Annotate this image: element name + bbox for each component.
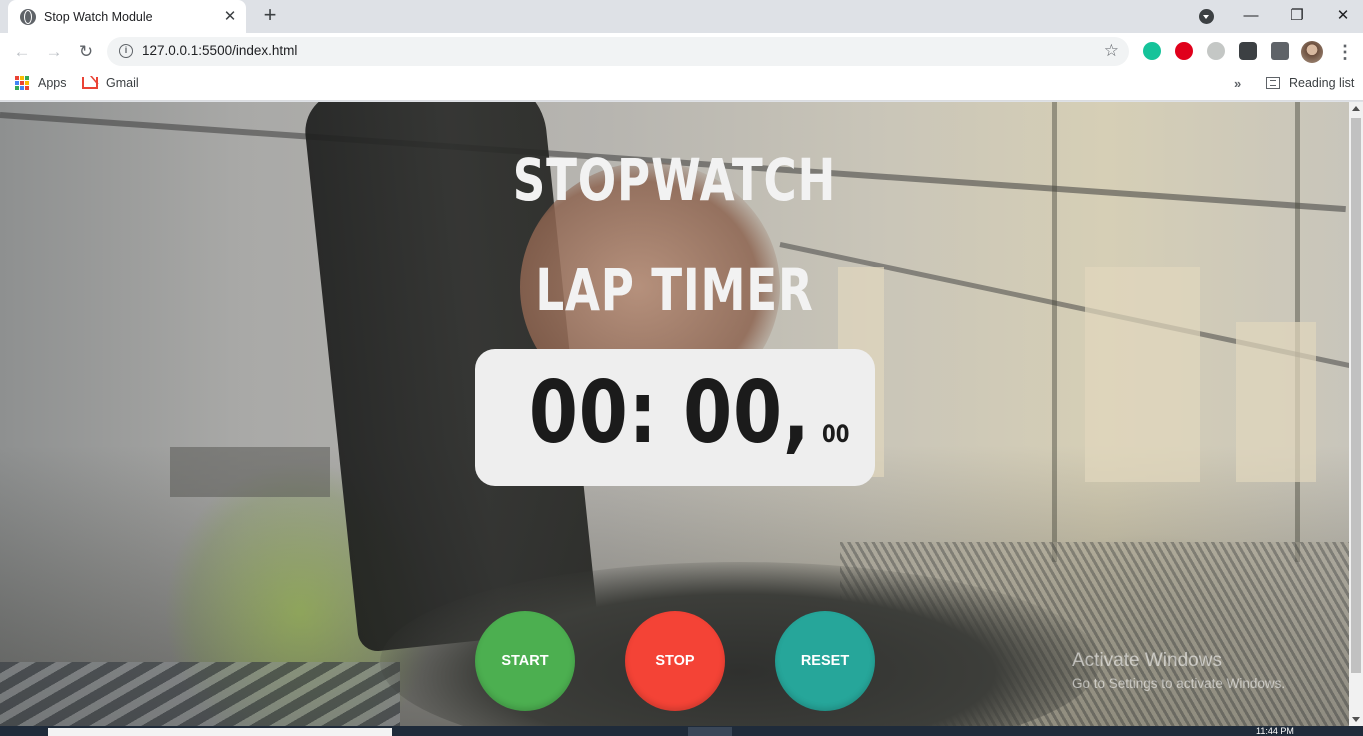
background-building	[170, 447, 330, 497]
adblock-icon[interactable]	[1175, 42, 1193, 60]
taskbar-clock[interactable]: 11:44 PM	[1256, 727, 1294, 736]
taskbar-search-box[interactable]	[48, 728, 392, 736]
restore-button[interactable]: ❐	[1274, 2, 1320, 30]
reading-list-label: Reading list	[1289, 76, 1355, 90]
grammarly-icon[interactable]	[1143, 42, 1161, 60]
browser-tab[interactable]: Stop Watch Module ✕	[8, 0, 246, 33]
minimize-button[interactable]: —	[1228, 2, 1274, 30]
bookmark-star-icon[interactable]: ☆	[1104, 41, 1119, 61]
back-button[interactable]: ←	[8, 38, 36, 66]
reload-button[interactable]: ↻	[72, 38, 100, 66]
address-bar[interactable]: i 127.0.0.1:5500/index.html ☆	[107, 37, 1129, 66]
watermark-title: Activate Windows	[1072, 650, 1222, 671]
taskbar-app-button[interactable]	[688, 727, 732, 736]
tab-title: Stop Watch Module	[44, 9, 153, 24]
page-viewport: STOPWATCH LAP TIMER 00: 00, 00 START STO…	[0, 102, 1349, 726]
tab-strip: Stop Watch Module ✕ + — ❐ ✕	[0, 0, 1363, 33]
browser-menu-icon[interactable]: ⋮	[1336, 41, 1354, 63]
bookmark-apps-label: Apps	[38, 76, 67, 90]
globe-icon	[20, 8, 36, 25]
page-title: STOPWATCH	[512, 146, 837, 214]
reset-button[interactable]: RESET	[775, 611, 875, 711]
more-bookmarks-icon[interactable]: »	[1234, 76, 1241, 91]
window-close-button[interactable]: ✕	[1320, 2, 1363, 30]
screen-capture-icon[interactable]	[1239, 42, 1257, 60]
background-stairs	[0, 662, 400, 726]
scroll-down-icon[interactable]	[1352, 717, 1360, 722]
background-building	[1236, 322, 1316, 482]
timer-ms-value: 00	[821, 420, 850, 448]
url-text[interactable]: 127.0.0.1:5500/index.html	[142, 43, 297, 58]
windows-taskbar: 11:44 PM	[0, 726, 1363, 736]
start-button[interactable]: START	[475, 611, 575, 711]
bookmark-apps[interactable]: Apps	[15, 76, 67, 90]
page-subtitle: LAP TIMER	[535, 256, 814, 324]
gmail-icon	[82, 77, 98, 89]
globe-extension-icon[interactable]	[1207, 42, 1225, 60]
close-tab-icon[interactable]: ✕	[222, 8, 238, 25]
scroll-up-icon[interactable]	[1352, 106, 1360, 111]
forward-button[interactable]: →	[40, 38, 68, 66]
activate-windows-watermark: Activate Windows Go to Settings to activ…	[1072, 650, 1285, 691]
profile-avatar[interactable]	[1301, 41, 1323, 63]
timer-display: 00: 00, 00	[475, 349, 875, 486]
bookmark-gmail[interactable]: Gmail	[82, 76, 139, 90]
reading-list-button[interactable]: Reading list	[1266, 76, 1354, 90]
reading-list-icon	[1266, 77, 1280, 89]
bookmark-gmail-label: Gmail	[106, 76, 139, 90]
tab-search-icon[interactable]	[1199, 9, 1214, 24]
new-tab-button[interactable]: +	[258, 4, 282, 28]
page-scrollbar[interactable]	[1349, 102, 1363, 726]
bookmarks-bar: Apps Gmail » Reading list	[0, 70, 1363, 101]
timer-main-value: 00: 00,	[528, 363, 811, 463]
site-info-icon[interactable]: i	[119, 44, 133, 58]
apps-grid-icon	[15, 76, 29, 90]
watermark-subtitle: Go to Settings to activate Windows.	[1072, 676, 1286, 691]
stop-button[interactable]: STOP	[625, 611, 725, 711]
browser-toolbar: ← → ↻ i 127.0.0.1:5500/index.html ☆ ⋮	[0, 33, 1363, 70]
extensions-puzzle-icon[interactable]	[1271, 42, 1289, 60]
scrollbar-thumb[interactable]	[1351, 118, 1361, 673]
